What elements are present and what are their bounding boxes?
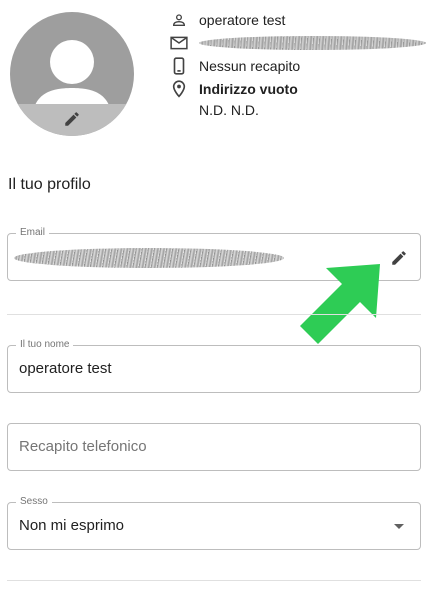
address-line: N.D. N.D.	[199, 102, 259, 118]
info-user-row: operatore test	[170, 8, 426, 31]
avatar[interactable]	[10, 12, 134, 136]
name-field-label: Il tuo nome	[16, 339, 74, 351]
phone-text: Nessun recapito	[199, 57, 301, 74]
info-email-row	[170, 31, 426, 54]
section-title: Il tuo profilo	[8, 176, 91, 193]
avatar-edit-band[interactable]	[10, 104, 134, 136]
edit-icon[interactable]	[63, 110, 81, 128]
sex-select[interactable]: Sesso Non mi esprimo	[7, 496, 421, 550]
email-field-label: Email	[16, 227, 50, 239]
email-redacted	[199, 35, 426, 50]
email-edit-button[interactable]	[388, 247, 410, 269]
sex-select-value: Non mi esprimo	[19, 517, 125, 534]
address-title: Indirizzo vuoto	[199, 80, 298, 97]
phone-field-placeholder: Recapito telefonico	[19, 438, 147, 455]
person-icon	[170, 11, 188, 29]
phone-icon	[170, 56, 188, 75]
user-name: operatore test	[199, 11, 286, 28]
info-phone-row: Nessun recapito	[170, 54, 426, 77]
profile-summary: operatore test Nessun recapito Indirizzo…	[170, 8, 426, 120]
sex-select-label: Sesso	[16, 496, 52, 508]
location-icon	[170, 79, 188, 98]
divider	[7, 580, 421, 581]
phone-field[interactable]: Recapito telefonico	[7, 423, 421, 471]
dropdown-arrow-icon[interactable]	[388, 516, 410, 538]
green-arrow-pointer-icon	[300, 264, 380, 344]
mail-icon	[170, 34, 188, 52]
info-address-row: Indirizzo vuoto	[170, 77, 426, 100]
edit-icon[interactable]	[390, 249, 408, 267]
name-field-value: operatore test	[19, 360, 112, 377]
email-field-redacted-value	[14, 248, 284, 268]
name-field[interactable]: Il tuo nome operatore test	[7, 339, 421, 393]
divider	[7, 314, 421, 315]
